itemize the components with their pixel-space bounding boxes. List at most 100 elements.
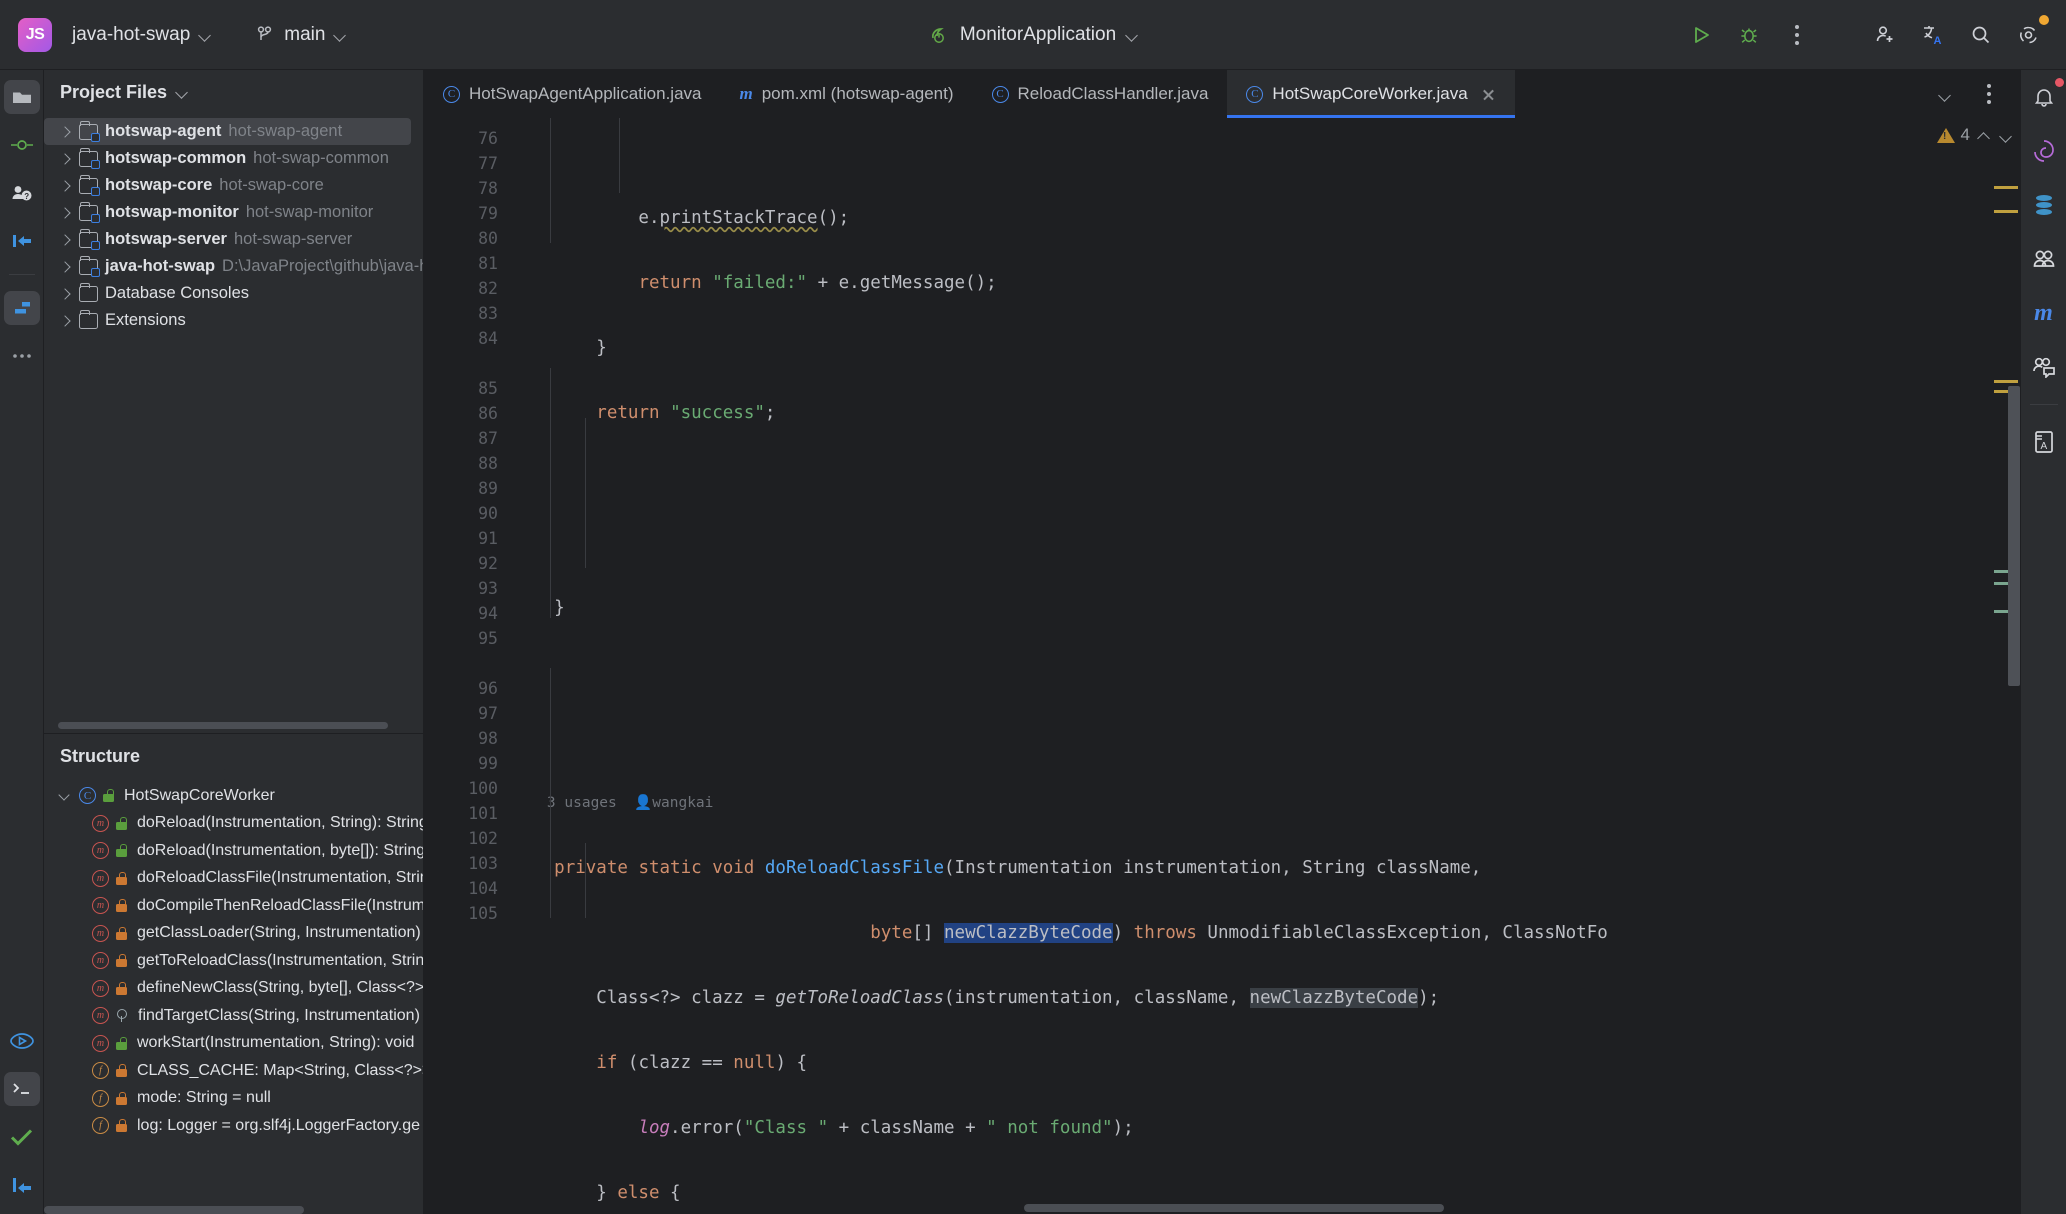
structure-item-method[interactable]: m doCompileThenReloadClassFile(Instrum — [44, 892, 423, 920]
previous-problem-icon[interactable] — [1976, 127, 1992, 143]
structure-item-field[interactable]: f mode: String = null — [44, 1085, 423, 1113]
code-text[interactable]: e.printStackTrace(); return "failed:" + … — [512, 118, 1984, 1214]
rrail-item-ai-assistant[interactable] — [2026, 134, 2062, 168]
structure-item-field[interactable]: f log: Logger = org.slf4j.LoggerFactory.… — [44, 1112, 423, 1140]
private-access-icon — [116, 1091, 127, 1105]
editor-horizontal-scrollbar[interactable] — [1024, 1204, 1444, 1212]
tab-pom-xml[interactable]: m pom.xml (hotswap-agent) — [720, 70, 972, 118]
right-tool-rail: m A — [2020, 70, 2066, 1214]
project-tree[interactable]: hotswap-agent hot-swap-agent hotswap-com… — [44, 114, 423, 733]
line-number: 96 — [478, 679, 498, 698]
rrail-item-maven[interactable]: m — [2026, 296, 2062, 330]
tree-item-hotswap-server[interactable]: hotswap-server hot-swap-server — [44, 226, 423, 253]
tree-item-hotswap-common[interactable]: hotswap-common hot-swap-common — [44, 145, 423, 172]
inspection-analyzer-strip[interactable]: 4 — [1936, 118, 2020, 1214]
line-number: 91 — [478, 529, 498, 548]
sidebar-item-commit[interactable] — [4, 128, 40, 162]
chevron-down-icon[interactable] — [58, 789, 72, 803]
chevron-right-icon[interactable] — [58, 260, 72, 274]
chevron-right-icon[interactable] — [58, 314, 72, 328]
line-number: 93 — [478, 579, 498, 598]
warning-triangle-icon — [1936, 127, 1955, 143]
tree-item-label: Database Consoles — [105, 284, 250, 302]
project-panel-header[interactable]: Project Files — [44, 70, 423, 114]
run-configuration-selector[interactable]: MonitorApplication — [920, 20, 1146, 50]
sidebar-item-more-tools[interactable] — [4, 339, 40, 373]
editor-vertical-scrollbar[interactable] — [2008, 386, 2020, 686]
sidebar-item-run[interactable] — [4, 1024, 40, 1058]
sidebar-item-git-push[interactable] — [4, 1168, 40, 1202]
chevron-right-icon[interactable] — [58, 179, 72, 193]
sidebar-item-structure[interactable] — [3, 291, 40, 325]
tree-item-database-consoles[interactable]: Database Consoles — [44, 280, 423, 307]
inlay-usage-hint[interactable]: 3 usages 👤wangkai — [512, 791, 1984, 816]
tree-item-hotswap-core[interactable]: hotswap-core hot-swap-core — [44, 172, 423, 199]
sidebar-item-merge-requests[interactable] — [4, 224, 40, 258]
code-line: } else { — [512, 1183, 681, 1203]
tree-item-extensions[interactable]: Extensions — [44, 307, 423, 334]
branch-label: main — [284, 23, 326, 45]
more-vertical-icon — [1795, 24, 1799, 45]
analyzer-warning-mark[interactable] — [1994, 210, 2018, 213]
tab-options-button[interactable] — [1970, 75, 2008, 113]
code-line: return "failed:" + e.getMessage(); — [638, 273, 997, 293]
structure-item-method[interactable]: m getClassLoader(String, Instrumentation… — [44, 920, 423, 948]
sidebar-item-project[interactable] — [3, 80, 40, 114]
structure-item-method[interactable]: m defineNewClass(String, byte[], Class<?… — [44, 975, 423, 1003]
code-editor[interactable]: 76 77 78 79 80 81 82 83 84 . 85 86 87 88… — [424, 118, 2020, 1214]
chevron-right-icon[interactable] — [58, 152, 72, 166]
debug-button[interactable] — [1730, 16, 1768, 54]
structure-item-method[interactable]: m doReload(Instrumentation, byte[]): Str… — [44, 837, 423, 865]
chevron-right-icon[interactable] — [58, 206, 72, 220]
add-account-button[interactable] — [1866, 16, 1904, 54]
project-name-dropdown[interactable]: java-hot-swap — [66, 20, 217, 50]
structure-item-method[interactable]: m doReload(Instrumentation, String): Str… — [44, 810, 423, 838]
chevron-right-icon[interactable] — [58, 125, 72, 139]
structure-item-field[interactable]: f CLASS_CACHE: Map<String, Class<?>> — [44, 1057, 423, 1085]
tree-item-hotswap-monitor[interactable]: hotswap-monitor hot-swap-monitor — [44, 199, 423, 226]
project-tree-horizontal-scrollbar[interactable] — [58, 722, 388, 729]
structure-item-method[interactable]: m findTargetClass(String, Instrumentatio… — [44, 1002, 423, 1030]
chevron-right-icon[interactable] — [58, 233, 72, 247]
tab-reloadclasshandler[interactable]: C ReloadClassHandler.java — [973, 70, 1228, 118]
structure-item-method[interactable]: m getToReloadClass(Instrumentation, Stri… — [44, 947, 423, 975]
rrail-item-database[interactable] — [2026, 188, 2062, 222]
structure-item-class[interactable]: C HotSwapCoreWorker — [44, 782, 423, 810]
structure-item-label: mode: String = null — [137, 1089, 271, 1107]
notifications-button[interactable] — [2026, 78, 2064, 114]
sidebar-item-problems[interactable] — [4, 1120, 40, 1154]
branch-dropdown[interactable]: main — [249, 20, 352, 50]
next-problem-icon[interactable] — [1998, 127, 2014, 143]
java-method-icon: m — [92, 979, 109, 997]
chevron-down-icon — [199, 29, 211, 41]
analyzer-warning-mark[interactable] — [1994, 380, 2018, 383]
structure-item-method[interactable]: m doReloadClassFile(Instrumentation, Str… — [44, 865, 423, 893]
translate-button[interactable]: A — [1914, 16, 1952, 54]
rrail-item-code-with-me[interactable] — [2026, 242, 2062, 276]
close-icon[interactable] — [1481, 87, 1496, 102]
line-number: 105 — [468, 904, 498, 923]
settings-button[interactable] — [2010, 14, 2049, 54]
structure-horizontal-scrollbar[interactable] — [44, 1206, 304, 1214]
line-number: 90 — [478, 504, 498, 523]
run-button[interactable] — [1682, 16, 1720, 54]
analyzer-warning-mark[interactable] — [1994, 186, 2018, 189]
rrail-item-code-review[interactable] — [2026, 350, 2062, 384]
tab-hotswapagentapplication[interactable]: C HotSwapAgentApplication.java — [424, 70, 720, 118]
search-button[interactable] — [1962, 16, 2000, 54]
rrail-item-translation[interactable]: A — [2026, 425, 2062, 459]
structure-tree[interactable]: C HotSwapCoreWorker m doReload(Instrumen… — [44, 778, 423, 1214]
svg-text:?: ? — [24, 192, 29, 201]
structure-item-method[interactable]: m workStart(Instrumentation, String): vo… — [44, 1030, 423, 1058]
chevron-right-icon[interactable] — [58, 287, 72, 301]
sidebar-item-pull-requests[interactable]: ? — [4, 176, 40, 210]
tree-item-hotswap-agent[interactable]: hotswap-agent hot-swap-agent — [44, 118, 411, 145]
structure-panel-title: Structure — [60, 745, 141, 766]
tree-item-java-hot-swap[interactable]: java-hot-swap D:\JavaProject\github\java… — [44, 253, 423, 280]
sidebar-item-terminal[interactable] — [3, 1072, 40, 1106]
tab-hotswapcoreworker[interactable]: C HotSwapCoreWorker.java — [1227, 70, 1515, 118]
protected-access-icon — [116, 1009, 128, 1023]
show-tabs-list-button[interactable] — [1926, 75, 1964, 113]
more-actions-button[interactable] — [1778, 16, 1816, 54]
inspection-summary[interactable]: 4 — [1936, 118, 2020, 152]
